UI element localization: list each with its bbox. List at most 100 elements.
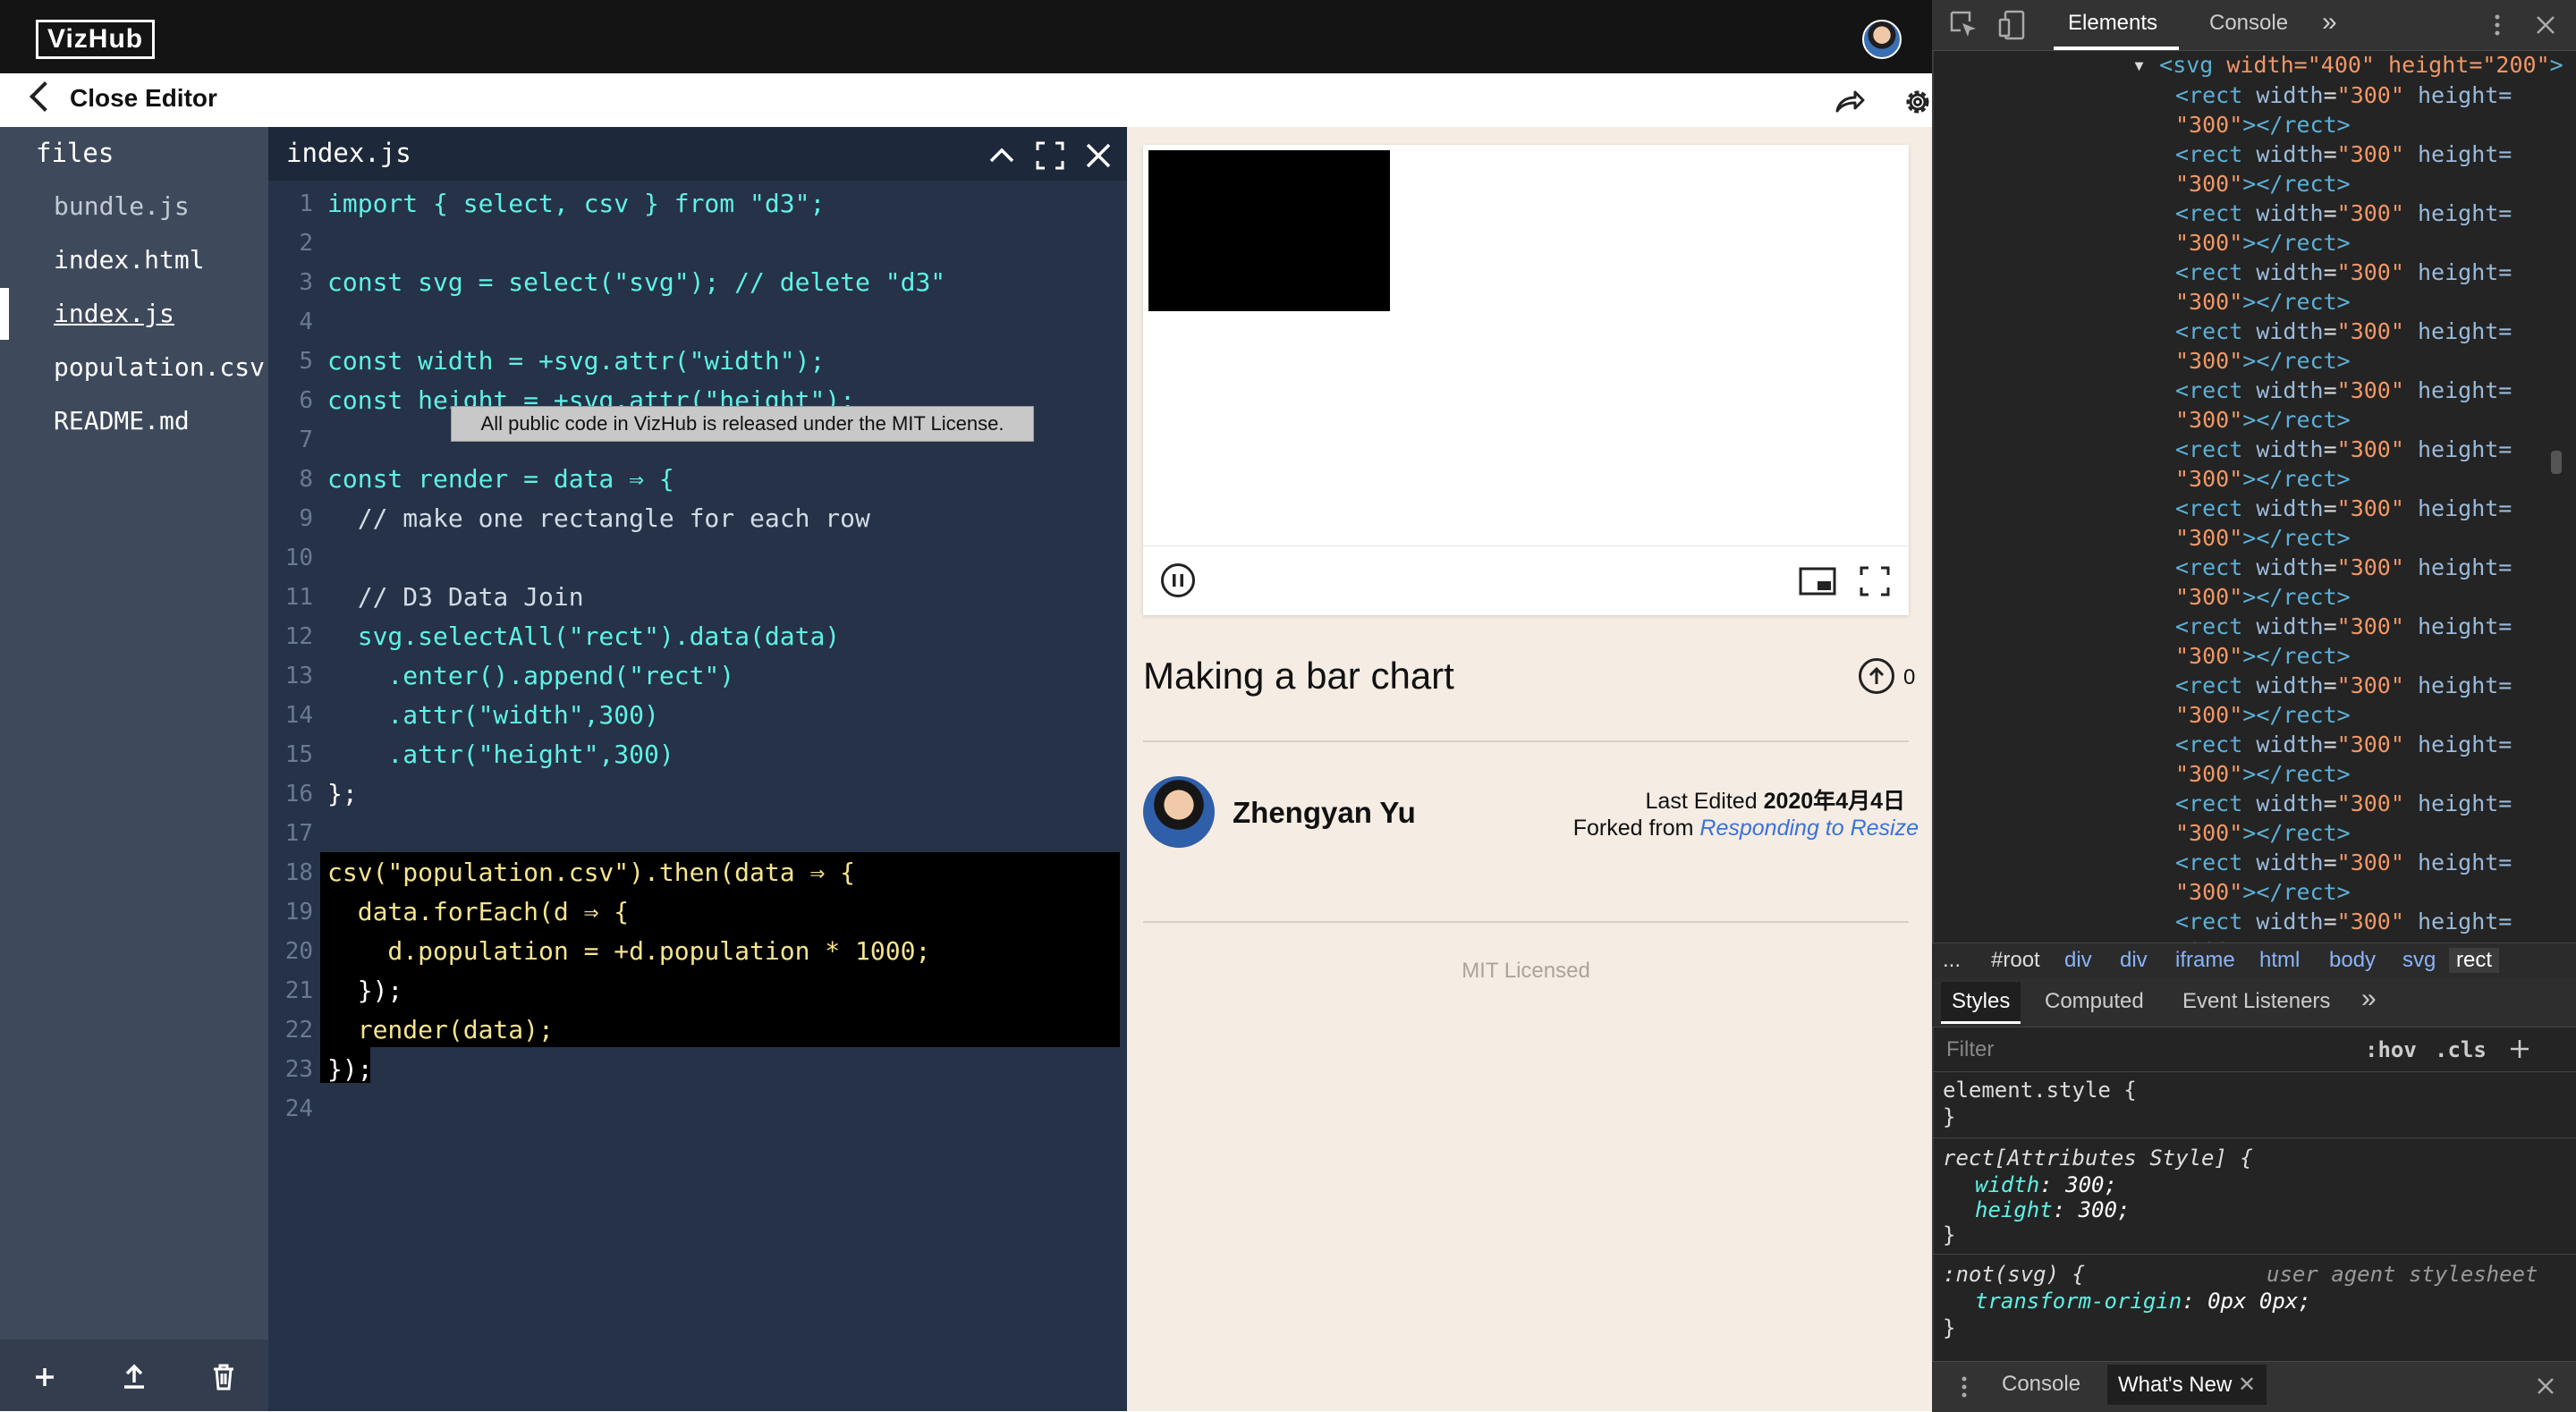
inspect-element-icon[interactable]: [1948, 9, 1980, 41]
file-item-readme-md[interactable]: README.md: [54, 406, 190, 435]
dom-node-rect[interactable]: <rect width="300" height=: [2175, 553, 2512, 582]
dom-node-rect-cont[interactable]: "300"></rect>: [2175, 228, 2351, 258]
dom-node-rect-cont[interactable]: "300"></rect>: [2175, 877, 2351, 907]
code-line: d.population = +d.population * 1000;: [327, 936, 931, 966]
breadcrumb-item[interactable]: div: [2064, 948, 2092, 973]
dom-node-rect[interactable]: <rect width="300" height=: [2175, 80, 2512, 110]
hover-state-toggle[interactable]: :hov: [2365, 1037, 2417, 1062]
class-toggle[interactable]: .cls: [2435, 1037, 2487, 1062]
pause-icon[interactable]: [1161, 563, 1195, 597]
divider: [1143, 740, 1909, 742]
file-item-index-html[interactable]: index.html: [54, 245, 205, 275]
dom-node-rect-cont[interactable]: "300"></rect>: [2175, 405, 2351, 435]
line-number: 23: [284, 1056, 313, 1083]
line-number: 21: [284, 977, 313, 1004]
dom-node-rect-cont[interactable]: "300"></rect>: [2175, 346, 2351, 376]
tab-computed[interactable]: Computed: [2045, 989, 2144, 1014]
author-avatar[interactable]: [1143, 776, 1215, 848]
file-item-bundle-js[interactable]: bundle.js: [54, 191, 190, 221]
tab-elements[interactable]: Elements: [2068, 11, 2157, 36]
tab-console[interactable]: Console: [2209, 11, 2288, 36]
css-declaration[interactable]: width: 300;: [1975, 1171, 2117, 1198]
line-number: 4: [299, 309, 313, 335]
add-rule-icon[interactable]: [2506, 1036, 2533, 1062]
share-icon[interactable]: [1832, 84, 1868, 120]
breadcrumb-item[interactable]: svg: [2402, 948, 2436, 973]
breadcrumb-item[interactable]: iframe: [2175, 948, 2235, 973]
dom-node-rect[interactable]: <rect width="300" height=: [2175, 907, 2512, 936]
drawer-menu-icon[interactable]: [1955, 1372, 1973, 1402]
breadcrumb-item[interactable]: ...: [1943, 948, 1961, 973]
dom-node-rect[interactable]: <rect width="300" height=: [2175, 494, 2512, 523]
breadcrumb-item[interactable]: html: [2259, 948, 2300, 973]
upload-icon[interactable]: [116, 1359, 152, 1395]
picture-in-picture-icon[interactable]: [1798, 563, 1837, 599]
code-line: });: [327, 1054, 373, 1084]
dom-node-rect-cont[interactable]: "300"></rect>: [2175, 287, 2351, 317]
drawer-tab-whats-new[interactable]: What's New ✕: [2107, 1365, 2267, 1405]
drawer-tab-console[interactable]: Console: [2002, 1372, 2080, 1397]
line-number: 17: [284, 820, 313, 847]
fullscreen-preview-icon[interactable]: [1857, 563, 1893, 599]
dom-node-rect[interactable]: <rect width="300" height=: [2175, 199, 2512, 228]
dom-node-rect[interactable]: <rect width="300" height=: [2175, 376, 2512, 405]
dom-node-rect[interactable]: <rect width="300" height=: [2175, 848, 2512, 877]
more-style-tabs-button[interactable]: »: [2361, 984, 2377, 1014]
user-avatar[interactable]: [1862, 20, 1902, 59]
file-item-population-csv[interactable]: population.csv: [54, 352, 265, 382]
dom-node-rect-cont[interactable]: "300"></rect>: [2175, 818, 2351, 848]
close-tab-icon[interactable]: ✕: [2238, 1373, 2256, 1397]
forked-from-link[interactable]: Responding to Resize: [1699, 816, 1919, 841]
css-declaration[interactable]: height: 300;: [1975, 1196, 2130, 1223]
styles-filter-input[interactable]: Filter: [1946, 1037, 1994, 1062]
line-number: 18: [284, 859, 313, 886]
dom-node-rect-cont[interactable]: "300"></rect>: [2175, 700, 2351, 730]
close-drawer-icon[interactable]: [2531, 1372, 2560, 1400]
add-file-icon[interactable]: [27, 1359, 63, 1395]
dom-node-rect-cont[interactable]: "300"></rect>: [2175, 582, 2351, 612]
dom-scrollbar[interactable]: [2551, 451, 2562, 474]
more-tabs-button[interactable]: »: [2322, 7, 2337, 38]
vizhub-logo[interactable]: VizHub: [36, 20, 156, 59]
dom-node-rect[interactable]: <rect width="300" height=: [2175, 435, 2512, 464]
chevron-up-icon[interactable]: [984, 138, 1020, 173]
dom-expand-arrow[interactable]: ▾: [2132, 52, 2146, 78]
line-number: 14: [284, 702, 313, 729]
dom-node-rect-cont[interactable]: "300"></rect>: [2175, 759, 2351, 789]
author-name[interactable]: Zhengyan Yu: [1233, 796, 1416, 830]
delete-file-icon[interactable]: [206, 1359, 242, 1395]
tab-styles[interactable]: Styles: [1941, 982, 2021, 1024]
tab-event-listeners[interactable]: Event Listeners: [2182, 989, 2330, 1014]
line-number: 13: [284, 663, 313, 689]
dom-node-rect[interactable]: <rect width="300" height=: [2175, 258, 2512, 287]
breadcrumb-item[interactable]: body: [2329, 948, 2376, 973]
last-edited-date: 2020年4月4日: [1763, 789, 1905, 814]
device-toolbar-icon[interactable]: [1996, 9, 2029, 41]
code-line: .attr("width",300): [327, 700, 659, 730]
kebab-menu-icon[interactable]: [2487, 11, 2508, 39]
fullscreen-icon[interactable]: [1032, 138, 1068, 173]
dom-node-rect-cont[interactable]: "300"></rect>: [2175, 110, 2351, 140]
breadcrumb-item-active[interactable]: rect: [2449, 948, 2500, 973]
breadcrumb-item[interactable]: div: [2120, 948, 2148, 973]
dom-node-rect-cont[interactable]: "300"></rect>: [2175, 464, 2351, 494]
breadcrumb-item[interactable]: #root: [1991, 948, 2040, 973]
last-edited-label: Last Edited: [1645, 789, 1758, 814]
upvote-icon[interactable]: [1859, 658, 1894, 694]
dom-node-rect-cont[interactable]: "300"></rect>: [2175, 523, 2351, 553]
dom-node-rect[interactable]: <rect width="300" height=: [2175, 730, 2512, 759]
divider: [1143, 921, 1909, 923]
dom-node-rect[interactable]: <rect width="300" height=: [2175, 789, 2512, 818]
file-item-index-js[interactable]: index.js: [54, 299, 174, 328]
dom-node-svg[interactable]: ▾ <svg width="400" height="200">: [2132, 50, 2563, 80]
dom-node-rect-cont[interactable]: "300"></rect>: [2175, 641, 2351, 671]
close-editor-button[interactable]: Close Editor: [70, 84, 217, 113]
dom-node-rect[interactable]: <rect width="300" height=: [2175, 612, 2512, 641]
dom-node-rect[interactable]: <rect width="300" height=: [2175, 671, 2512, 700]
close-devtools-icon[interactable]: [2531, 11, 2560, 39]
close-icon[interactable]: [1080, 138, 1116, 173]
dom-node-rect[interactable]: <rect width="300" height=: [2175, 140, 2512, 169]
dom-node-rect[interactable]: <rect width="300" height=: [2175, 317, 2512, 346]
dom-node-rect-cont[interactable]: "300"></rect>: [2175, 169, 2351, 199]
gear-icon[interactable]: [1900, 84, 1936, 120]
